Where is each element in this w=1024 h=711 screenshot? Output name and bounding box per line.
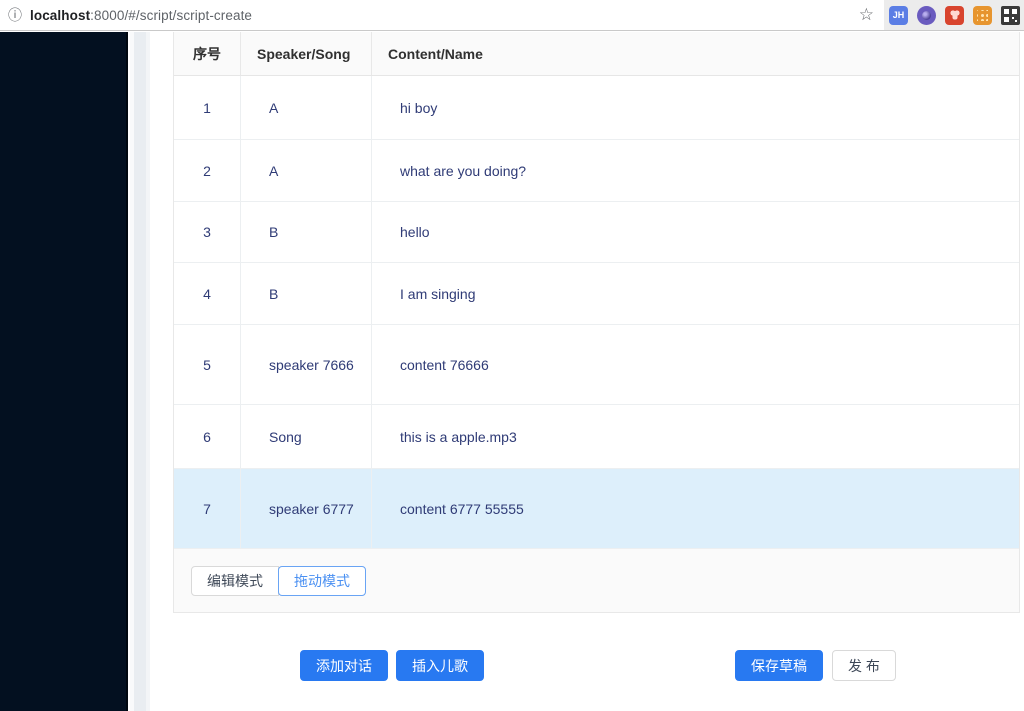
purple-circle-extension-icon[interactable]	[917, 5, 936, 25]
drag-mode-button[interactable]: 拖动模式	[278, 565, 366, 596]
page-info-icon[interactable]: ⓘ	[8, 8, 22, 22]
cell-content: content 6777 55555	[400, 500, 524, 517]
browser-address-bar: ⓘ localhost:8000/#/script/script-create …	[0, 0, 1024, 31]
jh-extension-icon[interactable]: JH	[889, 5, 908, 25]
cell-content: hi boy	[400, 99, 438, 116]
url-host: localhost	[30, 7, 91, 23]
cell-index: 1	[174, 76, 241, 139]
cell-speaker: speaker 6777	[241, 469, 372, 548]
table-body: 1 A hi boy 2 A what are you doing? 3 B h…	[174, 76, 1019, 549]
table-row[interactable]: 1 A hi boy	[174, 76, 1019, 140]
edit-mode-button[interactable]: 编辑模式	[191, 565, 279, 596]
url-field[interactable]: ⓘ localhost:8000/#/script/script-create …	[0, 0, 884, 30]
sidebar-scrollbar[interactable]	[130, 32, 150, 711]
cell-speaker: speaker 7666	[241, 325, 372, 404]
qr-code-extension-icon[interactable]	[1001, 5, 1020, 25]
left-action-group: 添加对话 插入儿歌	[300, 650, 484, 681]
script-table: 序号 Speaker/Song Content/Name 1 A hi boy …	[173, 32, 1020, 613]
insert-song-button[interactable]: 插入儿歌	[396, 650, 484, 681]
table-row[interactable]: 2 A what are you doing?	[174, 140, 1019, 202]
cell-speaker: Song	[241, 405, 372, 468]
cell-speaker: B	[241, 202, 372, 262]
cell-speaker: B	[241, 263, 372, 324]
cell-content: I am singing	[400, 285, 476, 302]
red-extension-icon[interactable]	[945, 5, 964, 25]
extension-toolbar: JH	[884, 0, 1024, 30]
cell-speaker: A	[241, 140, 372, 201]
table-footer: 编辑模式 拖动模式	[174, 549, 1019, 612]
orange-dots-extension-icon[interactable]	[973, 5, 992, 25]
url-text[interactable]: localhost:8000/#/script/script-create	[30, 8, 851, 23]
cell-index: 6	[174, 405, 241, 468]
table-row[interactable]: 7 speaker 6777 content 6777 55555	[174, 469, 1019, 549]
column-header-content: Content/Name	[388, 45, 483, 62]
screen: ⓘ localhost:8000/#/script/script-create …	[0, 0, 1024, 711]
cell-content: hello	[400, 224, 430, 240]
cell-speaker: A	[241, 76, 372, 139]
cell-content: this is a apple.mp3	[400, 428, 517, 445]
column-header-index: 序号	[174, 32, 241, 75]
column-header-speaker: Speaker/Song	[241, 32, 372, 75]
bookmark-star-icon[interactable]: ☆	[859, 5, 874, 25]
table-row[interactable]: 5 speaker 7666 content 76666	[174, 325, 1019, 405]
save-draft-button[interactable]: 保存草稿	[735, 650, 823, 681]
cell-content: content 76666	[400, 356, 489, 373]
cell-index: 4	[174, 263, 241, 324]
cell-index: 5	[174, 325, 241, 404]
right-action-group: 保存草稿 发 布	[735, 650, 896, 681]
cell-index: 2	[174, 140, 241, 201]
table-header-row: 序号 Speaker/Song Content/Name	[174, 32, 1019, 76]
table-row[interactable]: 6 Song this is a apple.mp3	[174, 405, 1019, 469]
url-path: :8000/#/script/script-create	[90, 7, 253, 23]
cell-content: what are you doing?	[400, 162, 527, 179]
publish-button[interactable]: 发 布	[832, 650, 896, 681]
cell-index: 7	[174, 469, 241, 548]
add-dialog-button[interactable]: 添加对话	[300, 650, 388, 681]
cell-index: 3	[174, 202, 241, 262]
table-row[interactable]: 4 B I am singing	[174, 263, 1019, 325]
sidebar-collapsed	[0, 32, 128, 711]
table-row[interactable]: 3 B hello	[174, 202, 1019, 263]
